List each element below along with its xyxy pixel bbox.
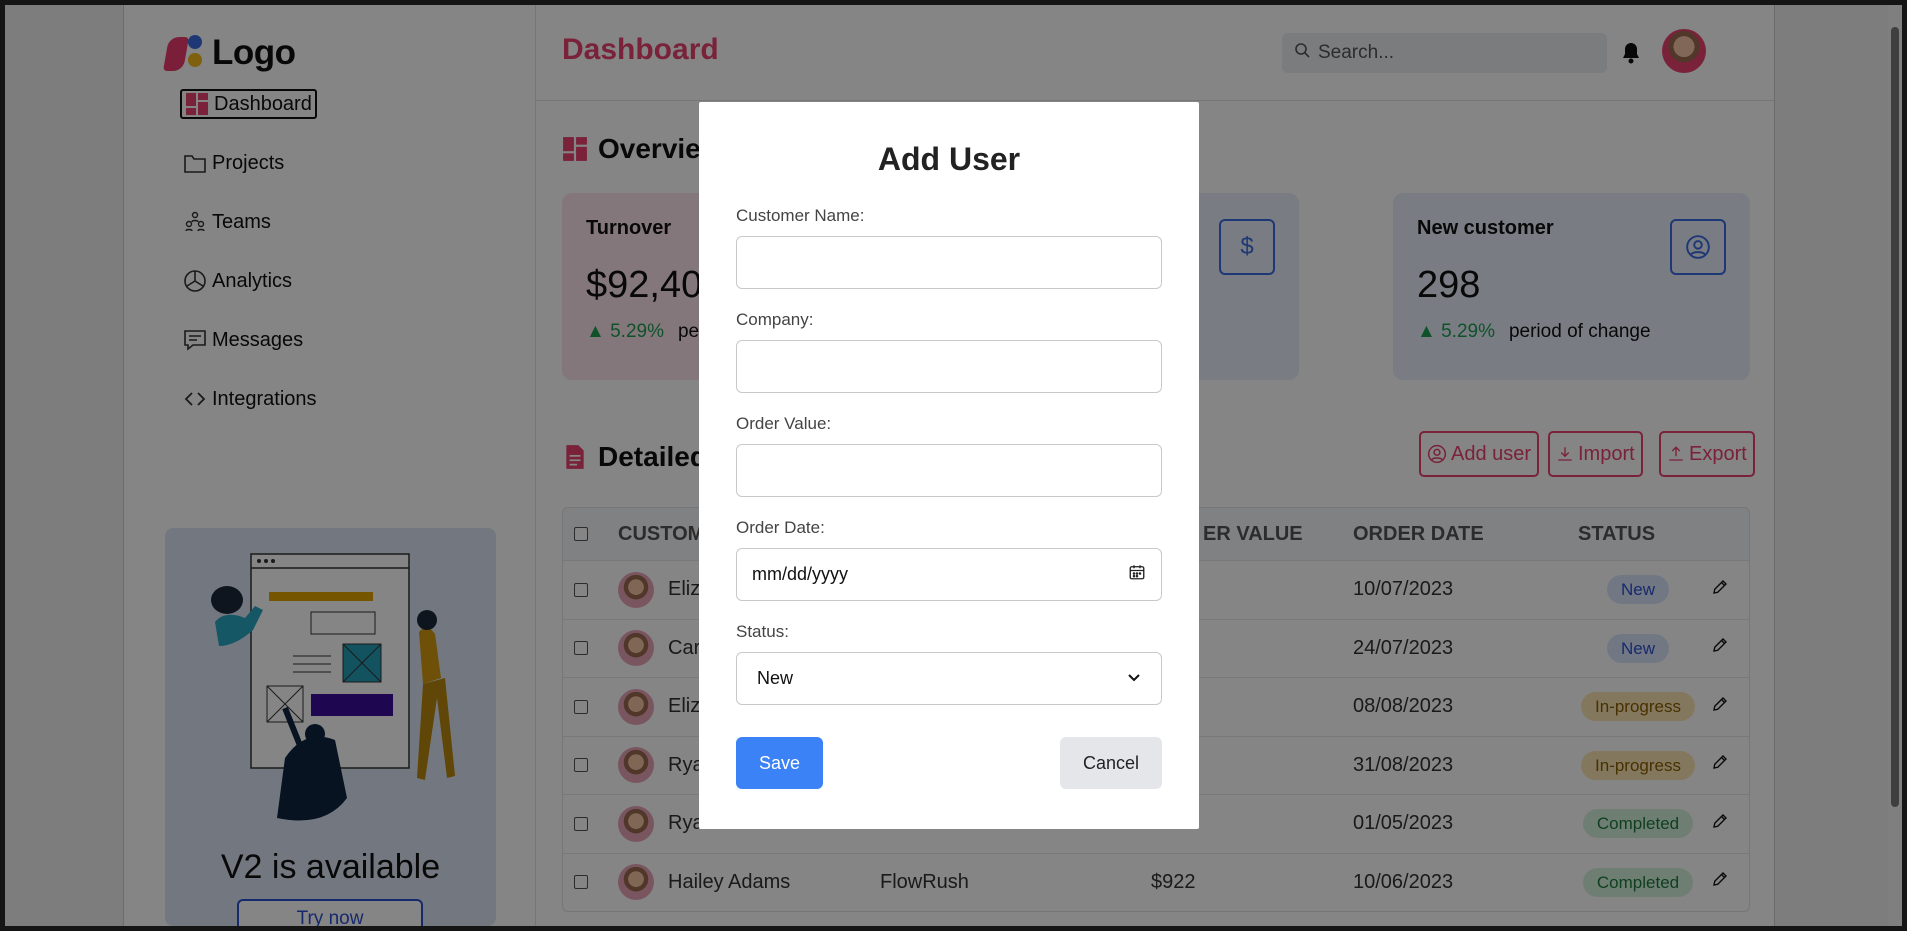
save-button[interactable]: Save	[736, 737, 823, 789]
status-label: Status:	[736, 622, 789, 641]
modal-title: Add User	[877, 141, 1021, 177]
order-value-input[interactable]	[736, 444, 1162, 497]
status-selected-value: New	[757, 668, 794, 688]
status-select[interactable]: New	[736, 652, 1162, 705]
order-value-label: Order Value:	[736, 414, 832, 433]
customer-name-label: Customer Name:	[736, 206, 865, 225]
chevron-down-icon	[1127, 668, 1141, 689]
order-date-input[interactable]: mm/dd/yyyy	[736, 548, 1162, 601]
add-user-modal: Add User Customer Name: Company: Order V…	[699, 102, 1199, 829]
calendar-icon[interactable]	[1128, 563, 1146, 586]
cancel-button[interactable]: Cancel	[1060, 737, 1162, 789]
date-placeholder: mm/dd/yyyy	[752, 564, 849, 584]
company-input[interactable]	[736, 340, 1162, 393]
modal-actions: Save Cancel	[736, 737, 1162, 789]
company-label: Company:	[736, 310, 814, 329]
order-date-label: Order Date:	[736, 518, 825, 537]
customer-name-input[interactable]	[736, 236, 1162, 289]
